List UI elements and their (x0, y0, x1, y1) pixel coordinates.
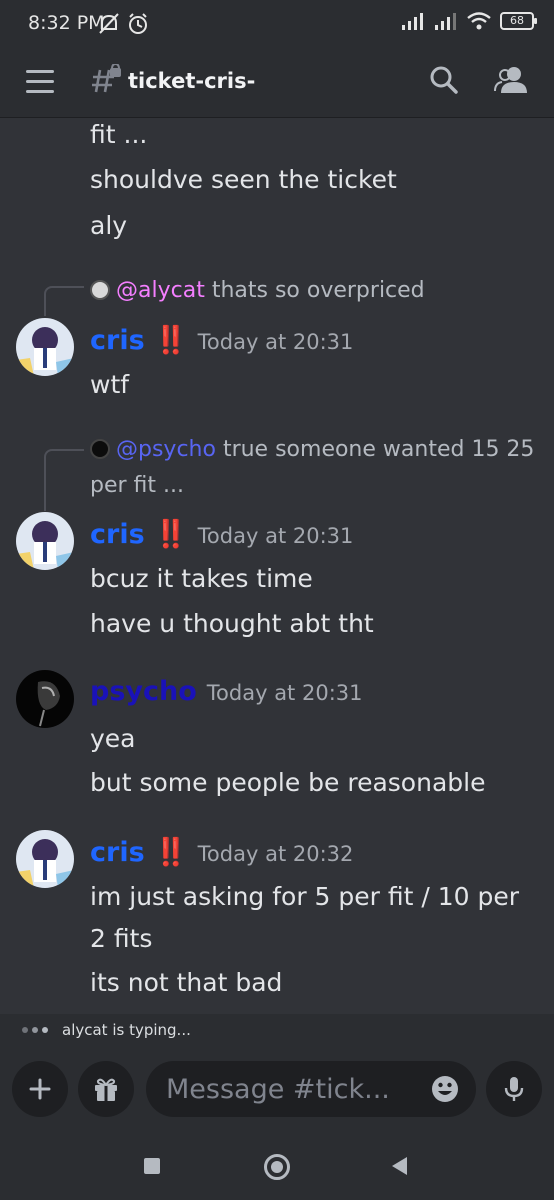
message-text: bcuz it takes time (90, 564, 313, 593)
timestamp: Today at 20:31 (197, 524, 354, 548)
timestamp: Today at 20:31 (206, 681, 363, 705)
status-bar: 8:32 PM 68 (0, 0, 554, 48)
system-nav-bar (0, 1132, 554, 1200)
add-attachment-button[interactable] (12, 1061, 68, 1117)
microphone-icon (504, 1077, 524, 1101)
status-time: 8:32 PM (28, 12, 105, 34)
locked-channel-icon (90, 62, 124, 102)
reply-text: true someone wanted 15 25 (215, 437, 535, 462)
reply-preview[interactable]: @psycho true someone wanted 15 25 per fit… (90, 432, 540, 504)
reply-mention: @psycho (116, 437, 216, 462)
message-text: yea (90, 724, 136, 753)
message-text: have u thought abt tht (90, 609, 374, 638)
message-input-placeholder: Message #tick... (166, 1074, 390, 1105)
author-name[interactable]: cris ‼️ (90, 837, 188, 868)
emoji-icon[interactable] (430, 1074, 460, 1108)
reply-mention: @alycat (116, 278, 205, 303)
timestamp: Today at 20:32 (197, 842, 354, 866)
reply-spine (44, 286, 84, 316)
voice-message-button[interactable] (486, 1061, 542, 1117)
status-right-icons: 68 (401, 12, 537, 30)
timestamp: Today at 20:31 (197, 330, 354, 354)
message-text: im just asking for 5 per fit / 10 per (90, 882, 520, 911)
reply-spine (44, 449, 84, 511)
status-notification-icons (98, 11, 154, 41)
author-name[interactable]: cris ‼️ (90, 325, 188, 356)
message-text: its not that bad (90, 968, 283, 997)
message-text: fit ... (90, 120, 148, 149)
author-name[interactable]: psycho (90, 676, 197, 707)
home-icon[interactable] (264, 1154, 290, 1180)
typing-indicator: alycat is typing... (0, 1014, 554, 1048)
message-header: cris ‼️ Today at 20:31 (90, 518, 353, 550)
signal-icon (402, 13, 423, 30)
typing-dots-icon (22, 1027, 48, 1033)
typing-text: alycat is typing... (62, 1021, 191, 1039)
message-text: shouldve seen the ticket (90, 165, 397, 194)
signal-icon-2 (435, 13, 456, 30)
message-text: aly (90, 211, 128, 240)
avatar[interactable] (16, 670, 74, 728)
avatar[interactable] (16, 512, 74, 570)
message-list[interactable]: fit ... shouldve seen the ticket aly @al… (0, 118, 554, 1014)
reply-avatar (90, 439, 110, 459)
gift-button[interactable] (78, 1061, 134, 1117)
message-composer: Message #tick... (0, 1048, 554, 1132)
wifi-icon (467, 12, 491, 30)
menu-icon[interactable] (26, 70, 54, 94)
message-text: 2 fits (90, 924, 153, 953)
message-header: cris ‼️ Today at 20:31 (90, 324, 353, 356)
search-icon[interactable] (428, 64, 460, 100)
recent-apps-icon[interactable] (144, 1158, 160, 1174)
reply-preview[interactable]: @alycat thats so overpriced (90, 273, 425, 309)
reply-text-continued: per fit ... (90, 473, 184, 498)
message-header: cris ‼️ Today at 20:32 (90, 836, 353, 868)
message-text: wtf (90, 370, 130, 399)
members-icon[interactable] (494, 64, 528, 100)
plus-icon (29, 1078, 51, 1100)
reply-text: thats so overpriced (204, 278, 425, 303)
back-icon[interactable] (392, 1157, 407, 1175)
alarm-icon (129, 13, 147, 34)
message-input[interactable]: Message #tick... (146, 1061, 476, 1117)
channel-header: ticket-cris- (0, 48, 554, 118)
avatar[interactable] (16, 318, 74, 376)
avatar[interactable] (16, 830, 74, 888)
reply-avatar (90, 280, 110, 300)
mute-bell-icon (99, 13, 119, 34)
author-name[interactable]: cris ‼️ (90, 519, 188, 550)
battery-indicator: 68 (500, 12, 537, 30)
message-text: but some people be reasonable (90, 768, 486, 797)
gift-icon (95, 1078, 117, 1101)
message-header: psycho Today at 20:31 (90, 676, 363, 707)
channel-name: ticket-cris- (128, 69, 256, 93)
